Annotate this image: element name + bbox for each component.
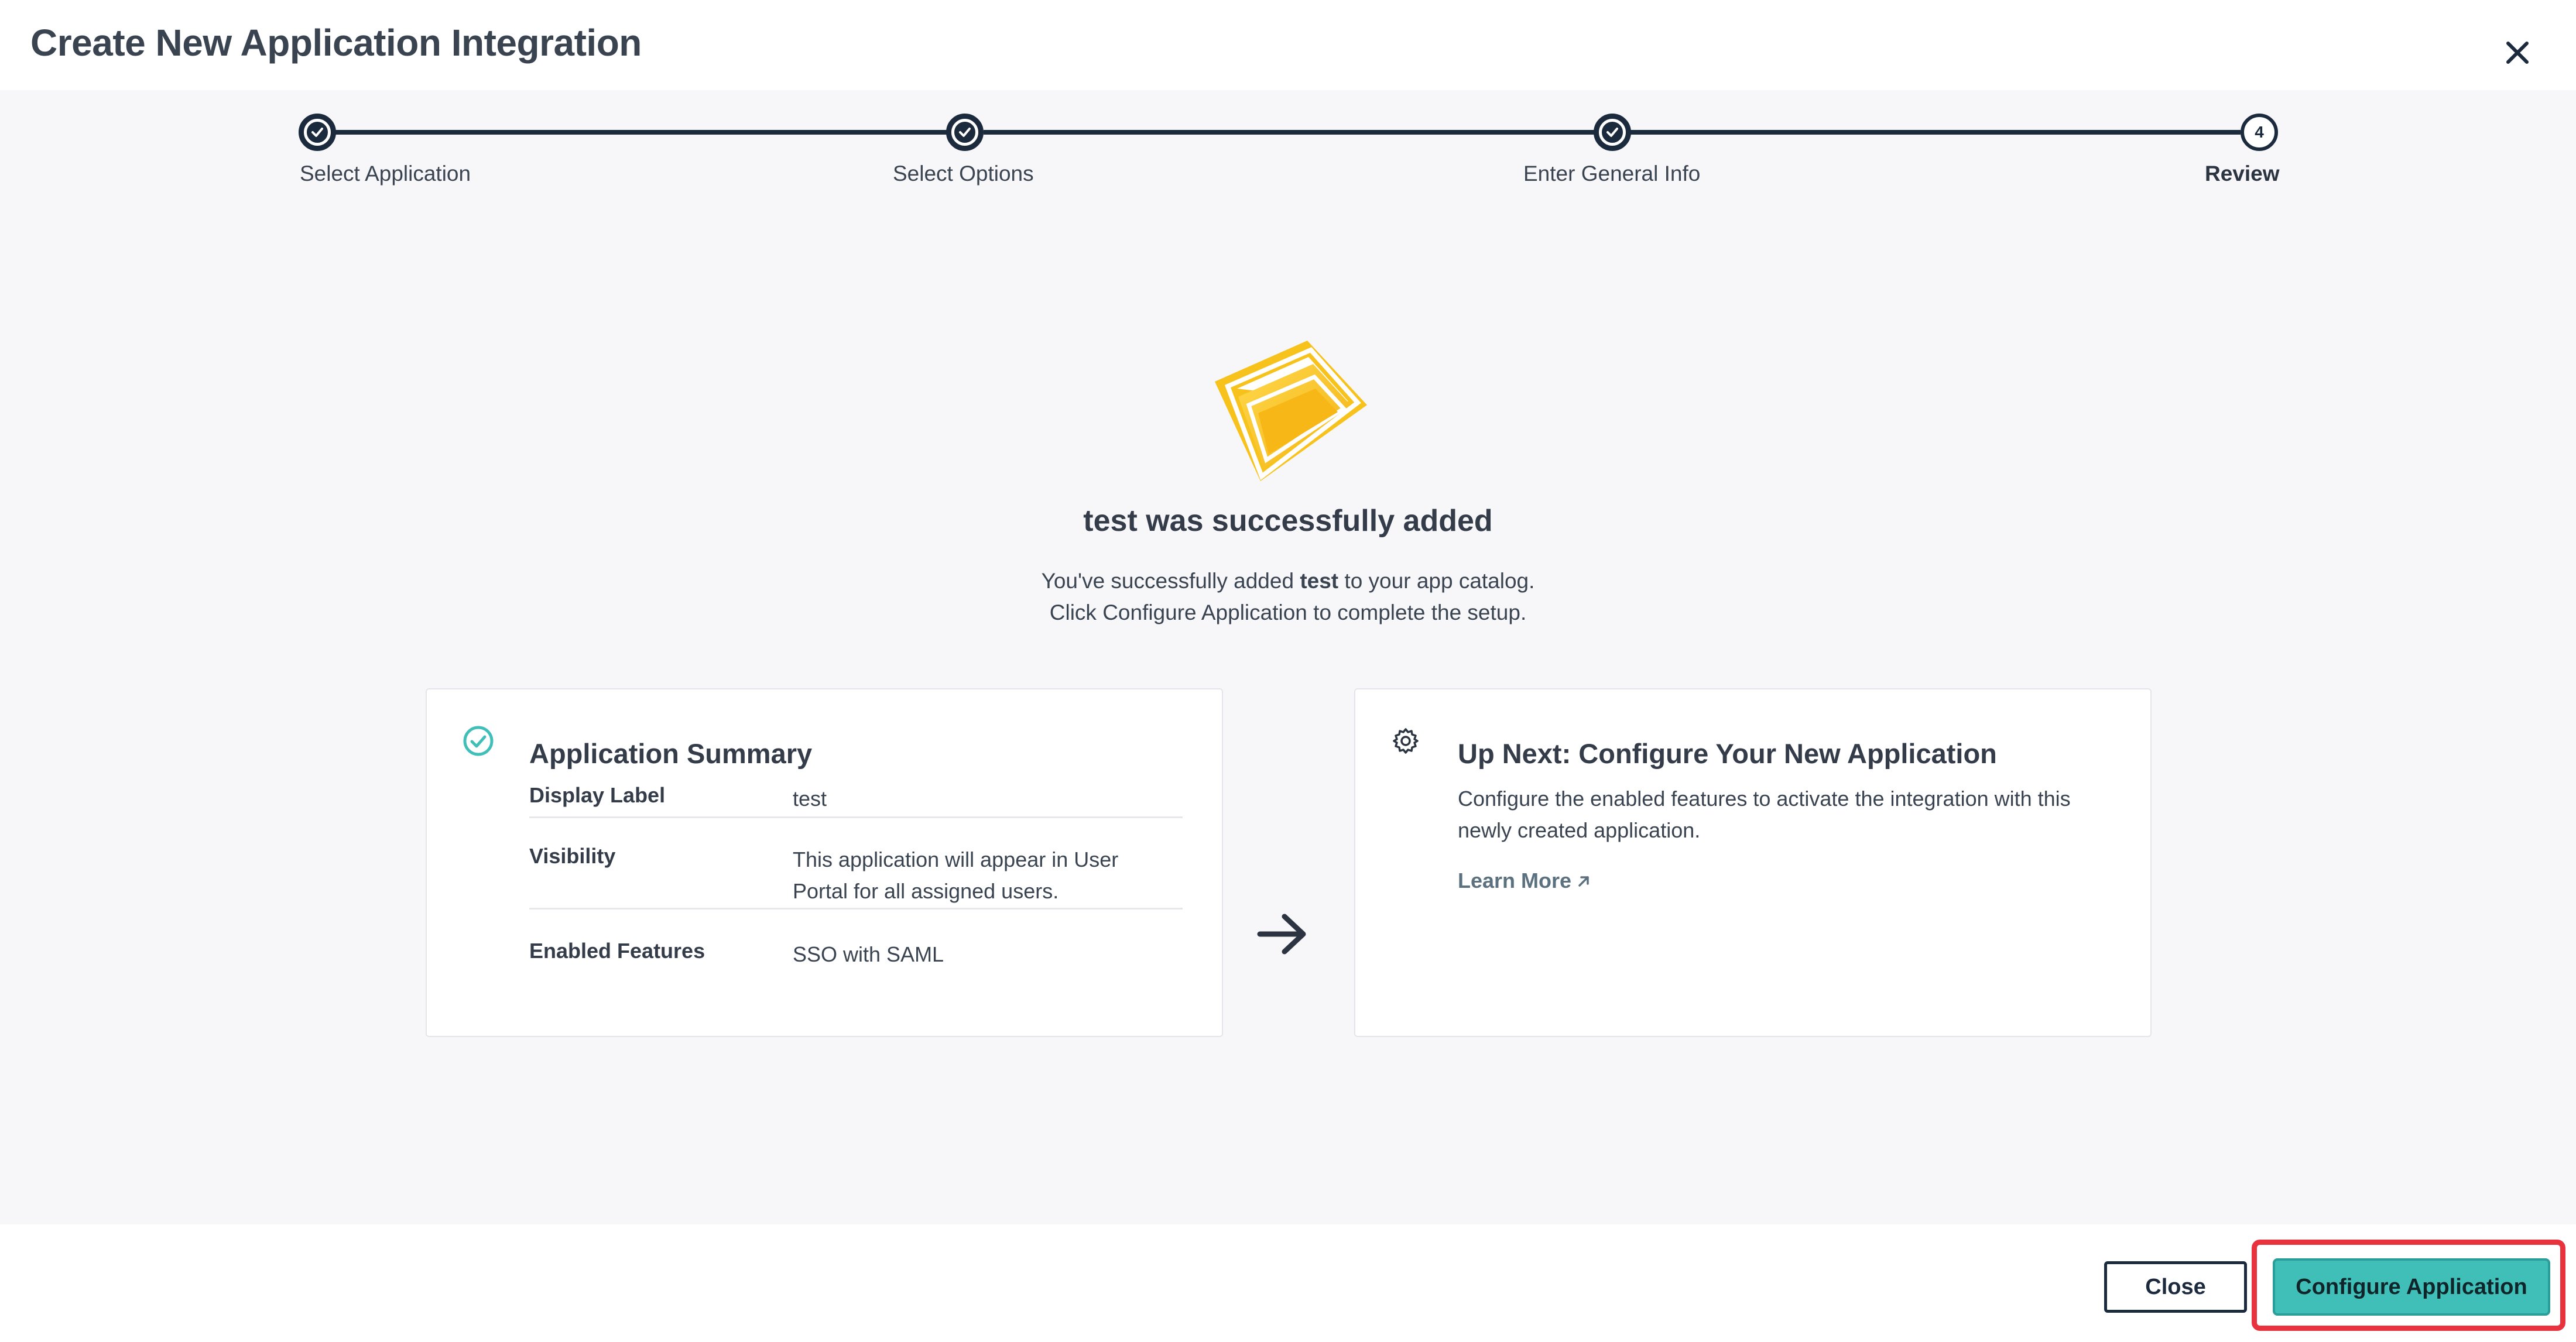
step-2-check-icon — [946, 114, 984, 151]
success-title: test was successfully added — [1083, 504, 1493, 538]
external-link-icon — [1578, 876, 1589, 887]
up-next-title: Up Next: Configure Your New Application — [1458, 738, 1997, 769]
up-next-description: Configure the enabled features to activa… — [1458, 787, 2071, 842]
success-message: You've successfully added test to your a… — [1041, 569, 1535, 624]
step-1-check-icon — [299, 114, 336, 151]
step-label-enter-general-info: Enter General Info — [1523, 162, 1701, 186]
step-connector — [984, 130, 1612, 135]
modal-header: Create New Application Integration — [0, 0, 2576, 90]
summary-row-enabled-features: Enabled Features SSO with SAML — [529, 939, 944, 966]
app-name: test — [1300, 569, 1339, 593]
learn-more-link[interactable]: Learn More — [1458, 869, 1592, 893]
modal-title: Create New Application Integration — [30, 22, 642, 64]
close-icon[interactable] — [2499, 34, 2536, 71]
summary-row-visibility: Visibility This application will appear … — [529, 844, 1183, 909]
configure-application-button[interactable]: Configure Application — [2273, 1258, 2550, 1316]
check-circle-icon — [463, 726, 494, 756]
step-label-select-application: Select Application — [300, 162, 471, 186]
up-next-card: Up Next: Configure Your New Application … — [1354, 688, 2152, 1037]
step-3-check-icon — [1594, 114, 1631, 151]
modal-footer: Close Configure Application — [0, 1224, 2576, 1342]
summary-title: Application Summary — [529, 738, 813, 769]
step-connector — [1630, 130, 2241, 135]
step-connector — [316, 130, 965, 135]
gear-icon — [1393, 728, 1419, 754]
success-illustration-icon — [1215, 341, 1367, 481]
application-summary-card: Application Summary Display Label test V… — [426, 688, 1223, 1037]
summary-row-display-label: Display Label test — [529, 783, 1183, 818]
close-button[interactable]: Close — [2104, 1261, 2247, 1313]
step-label-select-options: Select Options — [893, 162, 1034, 186]
modal-body: 4 Select Application Select Options Ente… — [0, 90, 2576, 1224]
progress-stepper: 4 Select Application Select Options Ente… — [0, 90, 2576, 207]
step-4-indicator: 4 — [2241, 114, 2278, 151]
arrow-right-icon — [1257, 914, 1306, 955]
step-label-review: Review — [2205, 162, 2280, 186]
